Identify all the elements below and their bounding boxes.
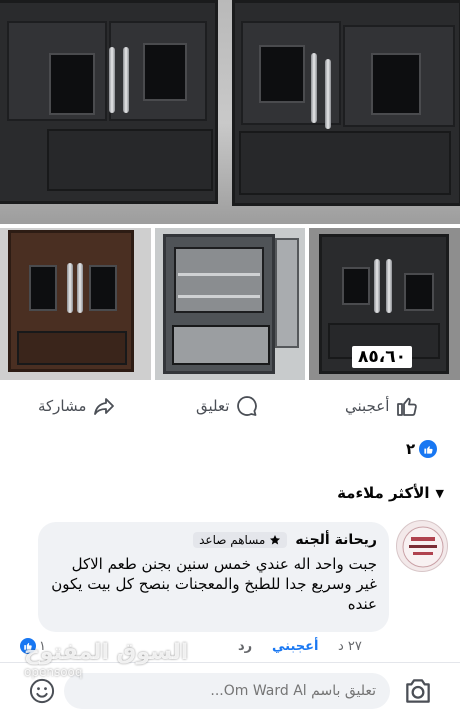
- post-photo-grid[interactable]: ٨٥،٦٠: [0, 0, 460, 380]
- badge-label: مساهم صاعد: [199, 533, 266, 547]
- contributor-badge: مساهم صاعد: [193, 532, 288, 548]
- cabinet-left-image: [0, 0, 218, 204]
- brown-cabinet-image: [8, 230, 134, 372]
- like-reaction-icon: [20, 638, 36, 654]
- photo-brown-cabinet[interactable]: [0, 228, 151, 380]
- open-oven-image: [163, 234, 275, 374]
- share-label: مشاركة: [38, 397, 87, 415]
- reaction-summary[interactable]: ٢: [406, 440, 438, 458]
- comment-label: تعليق: [196, 397, 230, 415]
- comment-input[interactable]: [64, 673, 390, 709]
- comment-composer: [0, 662, 460, 721]
- avatar-logo-icon: [402, 526, 444, 568]
- comment-author[interactable]: ريحانة ألجنه: [295, 532, 377, 548]
- chevron-down-icon: ▼: [435, 486, 444, 500]
- photo-main[interactable]: [0, 0, 460, 224]
- emoji-icon[interactable]: [28, 677, 56, 705]
- camera-icon[interactable]: [402, 675, 434, 707]
- thumbs-up-icon: [397, 397, 418, 416]
- photo-open-oven[interactable]: [155, 228, 305, 380]
- comment-timestamp: ٢٧ د: [338, 639, 362, 654]
- comment-text: جبت واحد اله عندي خمس سنين بجنن طعم الاك…: [51, 555, 377, 613]
- comment-reply-link[interactable]: رد: [238, 639, 252, 654]
- star-badge-icon: [270, 535, 281, 545]
- reaction-count: ٢: [406, 440, 416, 458]
- like-button[interactable]: أعجبني: [345, 386, 419, 426]
- like-reaction-icon: [419, 440, 438, 458]
- share-arrow-icon: [94, 398, 115, 415]
- post-action-bar: أعجبني تعليق مشاركة: [0, 386, 460, 426]
- comment-like-link[interactable]: أعجبني: [272, 639, 318, 654]
- comment-button[interactable]: تعليق: [196, 386, 259, 426]
- comment-likes-number: ١: [39, 638, 46, 654]
- comment-like-count[interactable]: ١: [20, 638, 46, 654]
- commenter-avatar[interactable]: [396, 520, 448, 572]
- comment-bubble[interactable]: ريحانة ألجنه مساهم صاعد جبت واحد اله عند…: [38, 522, 389, 632]
- cabinet-right-image: [232, 0, 460, 206]
- comment-bubble-icon: [237, 396, 258, 416]
- share-button[interactable]: مشاركة: [38, 386, 116, 426]
- comment-sort-dropdown[interactable]: الأكثر ملاءمة ▼: [337, 484, 444, 502]
- price-badge: ٨٥،٦٠: [352, 346, 412, 368]
- sort-label: الأكثر ملاءمة: [337, 484, 430, 502]
- like-label: أعجبني: [345, 397, 390, 415]
